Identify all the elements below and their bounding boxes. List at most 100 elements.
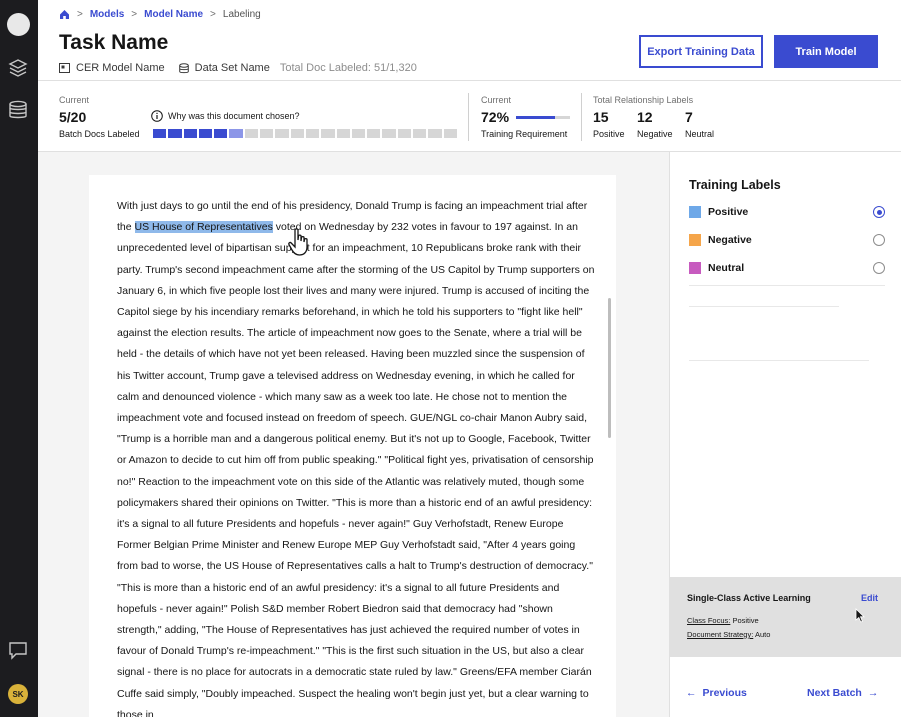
hand-pointer-icon	[288, 228, 308, 256]
export-training-data-button[interactable]: Export Training Data	[639, 35, 763, 68]
progress-segment	[290, 129, 304, 138]
batch-value: 5/20	[59, 109, 87, 125]
radio-icon[interactable]	[873, 234, 885, 246]
page-title: Task Name	[59, 31, 169, 54]
neutral-count: 7	[685, 109, 693, 125]
class-focus-label: Class Focus:	[687, 616, 731, 625]
training-labels-title: Training Labels	[689, 178, 781, 192]
batch-sublabel: Batch Docs Labeled	[59, 129, 140, 139]
label-option-neutral[interactable]: Neutral	[689, 260, 885, 276]
batch-progress-bar	[153, 129, 457, 138]
document-card: With just days to go until the end of hi…	[89, 175, 616, 717]
batch-current-label: Current	[59, 95, 90, 105]
document-area: With just days to go until the end of hi…	[38, 152, 669, 717]
class-focus-value: Positive	[732, 616, 759, 625]
progress-segment	[229, 129, 243, 138]
progress-segment	[367, 129, 381, 138]
database-icon[interactable]	[7, 99, 29, 121]
positive-count: 15	[593, 109, 609, 125]
chevron-right-icon: >	[210, 9, 216, 20]
label-option-positive[interactable]: Positive	[689, 204, 885, 220]
label-color-swatch	[689, 206, 701, 218]
info-icon	[151, 110, 163, 122]
document-strategy-label: Document Strategy:	[687, 630, 754, 639]
training-sublabel: Training Requirement	[481, 129, 568, 139]
arrow-left-icon: ←	[686, 687, 697, 699]
breadcrumb-model-name[interactable]: Model Name	[144, 9, 203, 20]
chevron-right-icon: >	[131, 9, 138, 20]
label-color-swatch	[689, 234, 701, 246]
previous-button[interactable]: ← Previous	[686, 687, 747, 699]
avatar[interactable]: SK	[8, 684, 28, 704]
why-chosen-link[interactable]: Why was this document chosen?	[151, 110, 300, 122]
next-batch-label: Next Batch	[807, 687, 862, 699]
left-rail: SK	[0, 0, 38, 717]
layers-icon[interactable]	[7, 57, 29, 79]
doc-text-after: voted on Wednesday by 232 votes in favou…	[117, 221, 595, 717]
class-focus-row: Class Focus: Positive	[687, 616, 759, 625]
progress-segment	[260, 129, 274, 138]
divider	[689, 360, 869, 361]
progress-segment	[443, 129, 457, 138]
edit-link[interactable]: Edit	[861, 593, 878, 603]
total-doc-labeled: Total Doc Labeled: 51/1,320	[279, 62, 417, 74]
relationship-labels-title: Total Relationship Labels	[593, 95, 694, 105]
label-name: Negative	[708, 234, 752, 246]
label-option-negative[interactable]: Negative	[689, 232, 885, 248]
progress-segment	[305, 129, 320, 138]
why-chosen-text: Why was this document chosen?	[168, 111, 300, 121]
chevron-right-icon: >	[77, 9, 83, 20]
model-name: CER Model Name	[76, 62, 165, 74]
positive-label: Positive	[593, 129, 625, 139]
divider	[689, 285, 885, 286]
active-learning-card: Single-Class Active Learning Edit Class …	[670, 577, 901, 657]
divider	[581, 93, 582, 141]
next-batch-button[interactable]: Next Batch →	[807, 687, 878, 699]
training-progress-fill	[516, 116, 555, 119]
label-color-swatch	[689, 262, 701, 274]
document-strategy-row: Document Strategy: Auto	[687, 630, 770, 639]
home-icon[interactable]	[59, 9, 70, 20]
stats-bar: Current 5/20 Batch Docs Labeled Why was …	[38, 81, 901, 152]
progress-segment	[397, 129, 412, 138]
radio-selected-icon[interactable]	[873, 206, 885, 218]
document-text[interactable]: With just days to go until the end of hi…	[117, 196, 597, 717]
progress-segment	[428, 129, 442, 138]
breadcrumb-labeling: Labeling	[222, 9, 261, 20]
breadcrumb-models[interactable]: Models	[90, 9, 124, 20]
previous-label: Previous	[702, 687, 747, 699]
train-model-button[interactable]: Train Model	[774, 35, 878, 68]
progress-segment	[336, 129, 350, 138]
highlighted-entity[interactable]: US House of Representatives	[134, 221, 273, 234]
divider	[468, 93, 469, 141]
training-progress-bar	[516, 116, 570, 119]
divider	[689, 306, 839, 307]
data-set-name: Data Set Name	[194, 62, 270, 74]
progress-segment	[214, 129, 228, 138]
app-logo[interactable]	[7, 13, 30, 36]
model-card-icon	[59, 63, 70, 73]
progress-segment	[351, 129, 366, 138]
progress-segment	[321, 129, 335, 138]
document-scrollbar[interactable]	[608, 298, 611, 438]
negative-count: 12	[637, 109, 653, 125]
chat-icon[interactable]	[7, 640, 29, 662]
progress-segment	[275, 129, 289, 138]
progress-segment	[244, 129, 259, 138]
label-name: Positive	[708, 206, 749, 218]
active-learning-title: Single-Class Active Learning	[687, 593, 811, 603]
dataset-icon	[178, 62, 189, 73]
progress-segment	[198, 129, 213, 138]
progress-segment	[183, 129, 197, 138]
breadcrumb: > Models > Model Name > Labeling	[59, 9, 261, 20]
mouse-pointer-icon	[855, 608, 865, 623]
model-meta: CER Model Name Data Set Name Total Doc L…	[59, 62, 417, 74]
document-strategy-value: Auto	[754, 630, 771, 639]
page-header: > Models > Model Name > Labeling Task Na…	[38, 0, 901, 81]
training-labels-panel: Training Labels Positive Negative Neutra…	[669, 152, 901, 717]
radio-icon[interactable]	[873, 262, 885, 274]
progress-segment	[168, 129, 182, 138]
training-current-label: Current	[481, 95, 512, 105]
negative-label: Negative	[637, 129, 673, 139]
neutral-label: Neutral	[685, 129, 715, 139]
